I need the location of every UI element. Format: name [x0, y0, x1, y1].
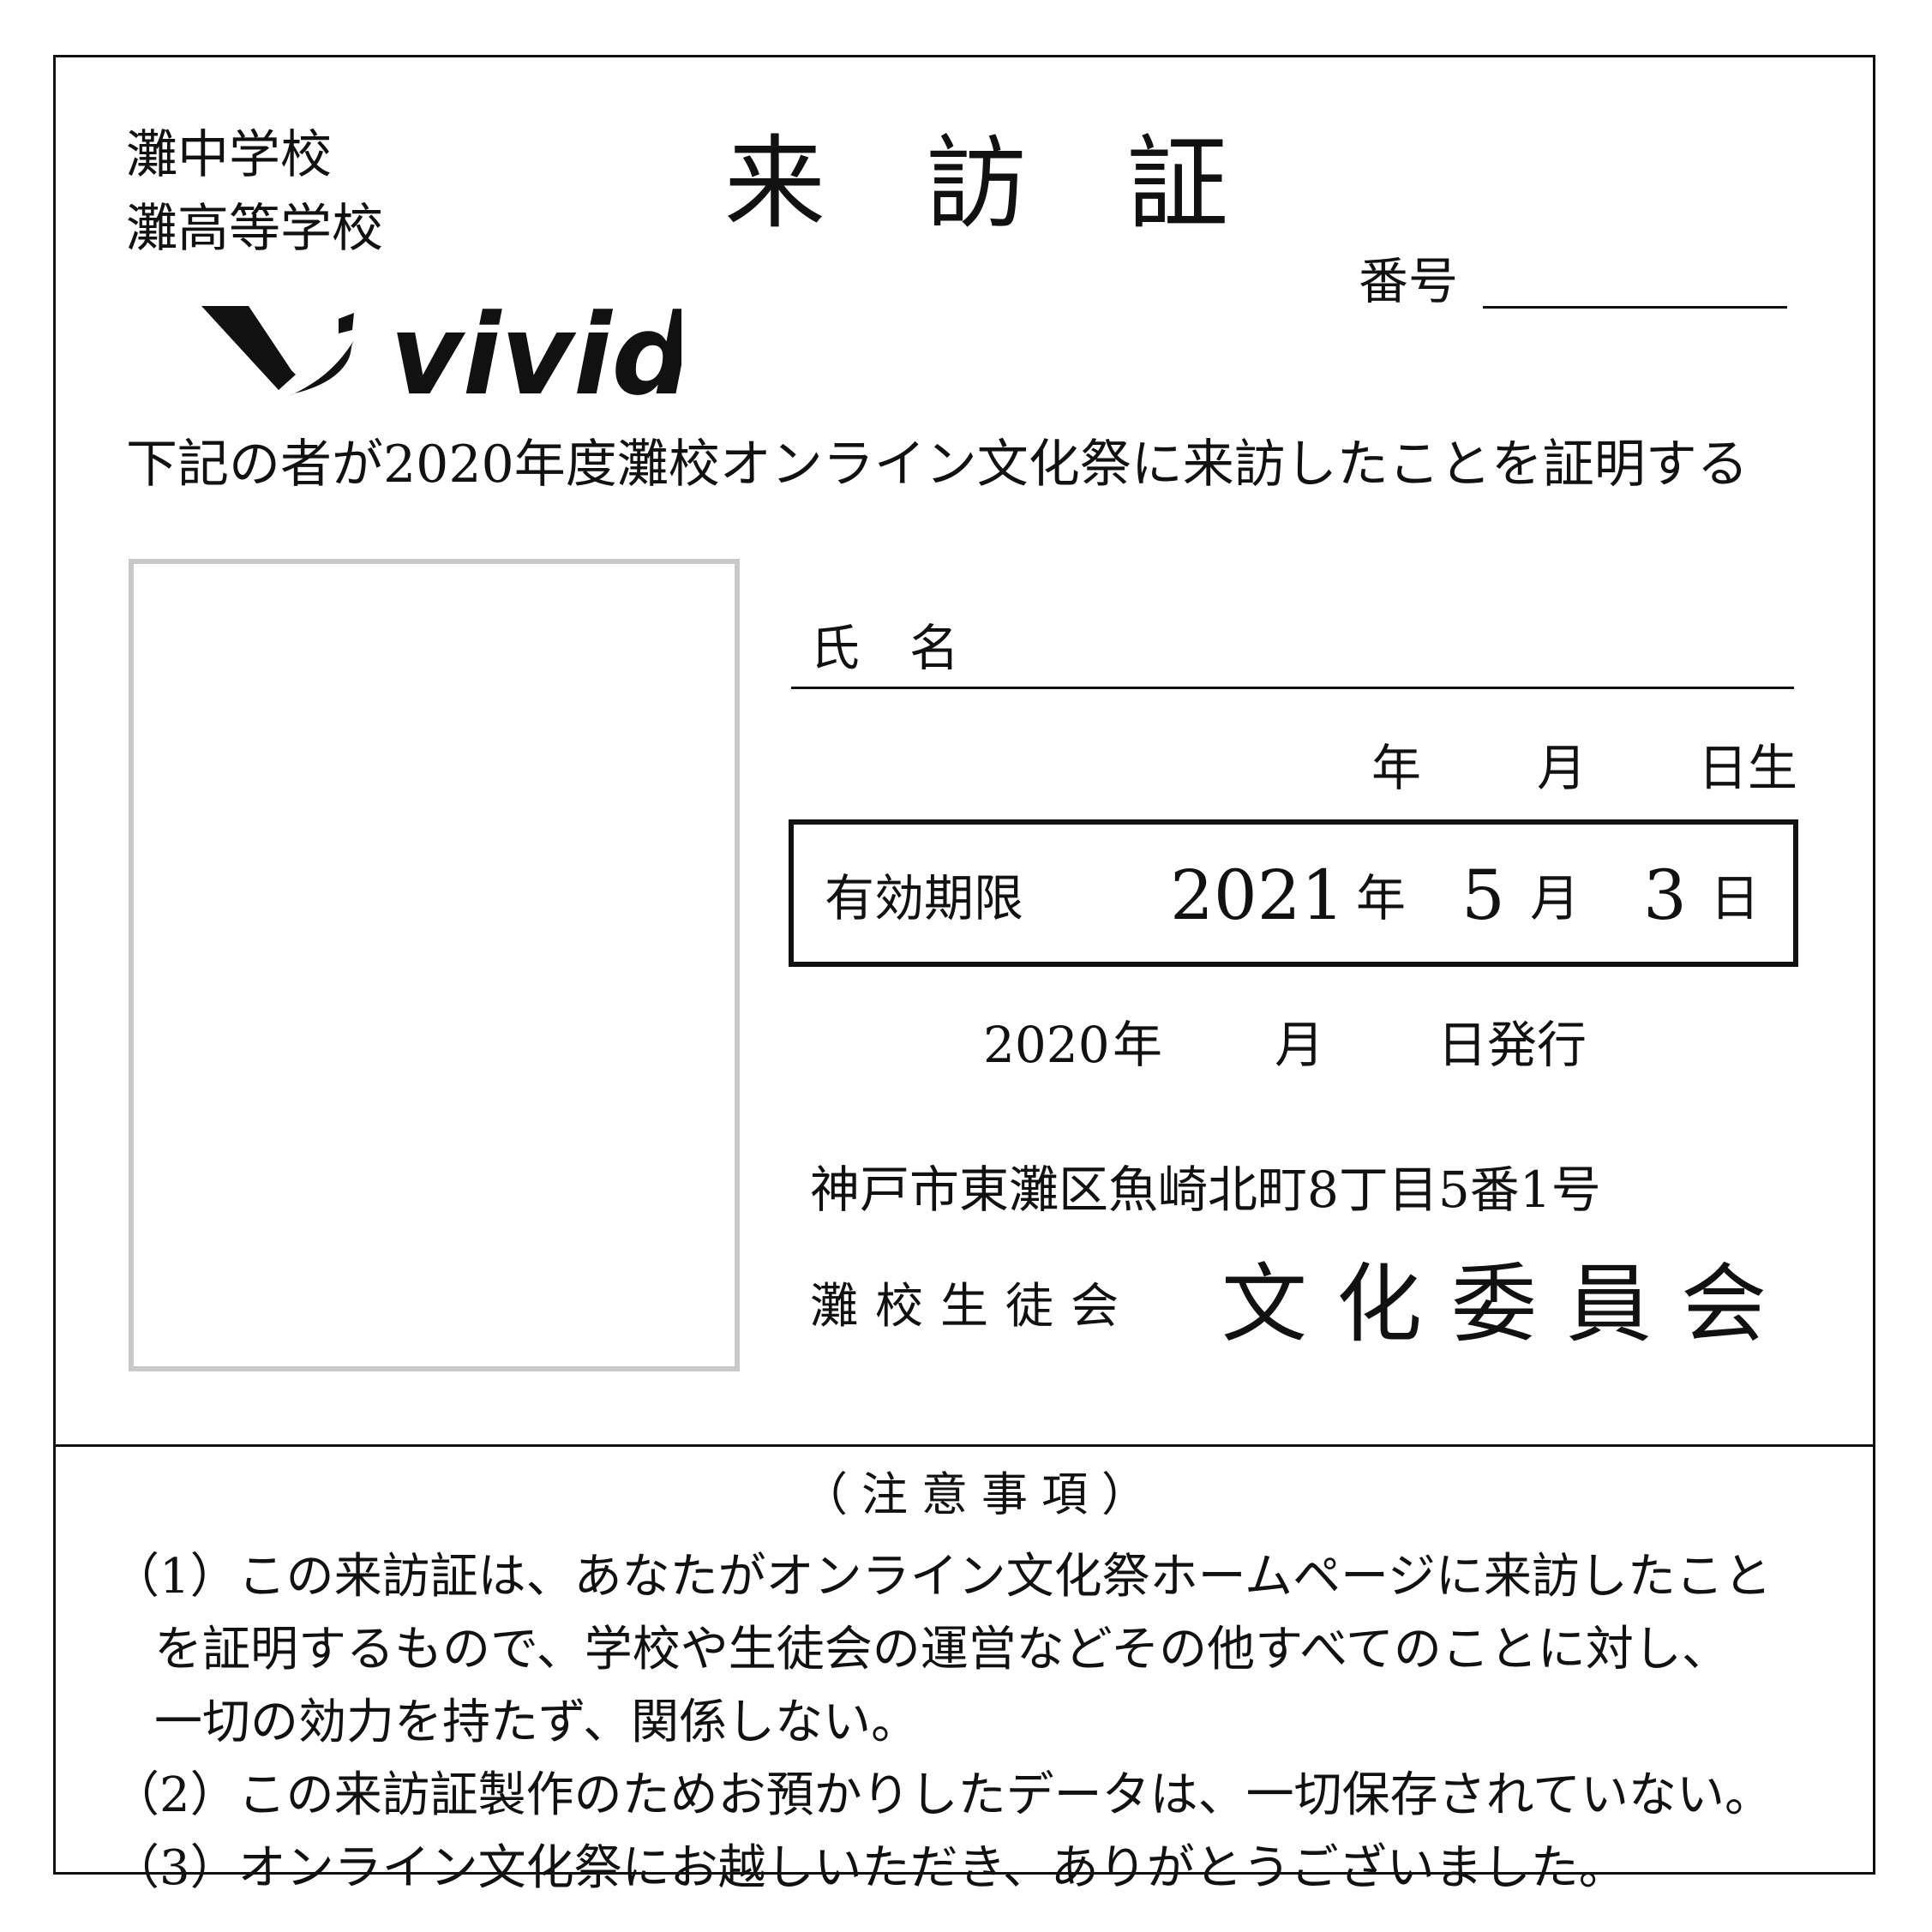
- number-label: 番号: [1359, 252, 1459, 310]
- certification-statement: 下記の者が2020年度灘校オンライン文化祭に来訪したことを証明する: [126, 435, 1749, 495]
- issue-month-unit: 月: [1275, 1016, 1325, 1074]
- notes-title: （注意事項）: [801, 1467, 1161, 1521]
- title-char: 来: [724, 124, 826, 243]
- vivid-logo: vivid: [201, 290, 681, 417]
- issue-year-unit: 年: [1113, 1016, 1163, 1074]
- number-field-line: [1483, 306, 1787, 309]
- expiry-month-unit: 月: [1530, 869, 1581, 927]
- page-title: 来訪証: [724, 133, 1329, 234]
- school-name-line1: 灘中学校: [126, 125, 332, 185]
- note-item-continuation: 一切の効力を持たず、関係しない。: [154, 1695, 920, 1750]
- expiry-month: 5: [1461, 855, 1505, 935]
- logo-wordmark: vivid: [390, 290, 681, 417]
- name-field-line: [791, 687, 1794, 689]
- title-char: 訪: [926, 124, 1028, 243]
- notes-divider: [56, 1444, 1873, 1447]
- issue-day-unit: 日発行: [1437, 1016, 1587, 1074]
- note-item: （3）オンライン文化祭にお越しいただき、ありがとうございました。: [111, 1840, 1627, 1896]
- note-item: （2）この来訪証製作のためお預かりしたデータは、一切保存されていない。: [111, 1767, 1773, 1823]
- issuer-address: 神戸市東灘区魚崎北町8丁目5番1号: [810, 1161, 1601, 1219]
- school-name-line2: 灘高等学校: [126, 199, 383, 259]
- birth-year-unit: 年: [1371, 739, 1422, 797]
- logo-mark-icon: [201, 306, 354, 397]
- photo-frame: [129, 559, 740, 1371]
- expiry-year: 2021: [1170, 855, 1345, 935]
- visitor-certificate-card: 灘中学校 灘高等学校 来訪証 番号 vivid 下記の者が2020年度灘校オンラ…: [53, 55, 1875, 1893]
- note-item-continuation: を証明するもので、学校や生徒会の運営などその他すべてのことに対し、: [154, 1622, 1730, 1677]
- note-item: （1）この来訪証は、あなたがオンライン文化祭ホームページに来訪したこと: [111, 1549, 1772, 1605]
- issue-year: 2020: [983, 1016, 1110, 1074]
- expiry-year-unit: 年: [1356, 869, 1407, 927]
- name-label: 氏 名: [810, 619, 960, 677]
- birth-day-unit: 日生: [1698, 739, 1798, 797]
- expiry-day-unit: 日: [1710, 869, 1761, 927]
- issuer-committee: 文化委員会: [1221, 1254, 1796, 1354]
- birth-month-unit: 月: [1537, 739, 1587, 797]
- title-char: 証: [1127, 124, 1229, 243]
- expiry-label: 有効期限: [825, 869, 1024, 927]
- issuer-council: 灘校生徒会: [810, 1279, 1136, 1335]
- expiry-day: 3: [1643, 855, 1687, 935]
